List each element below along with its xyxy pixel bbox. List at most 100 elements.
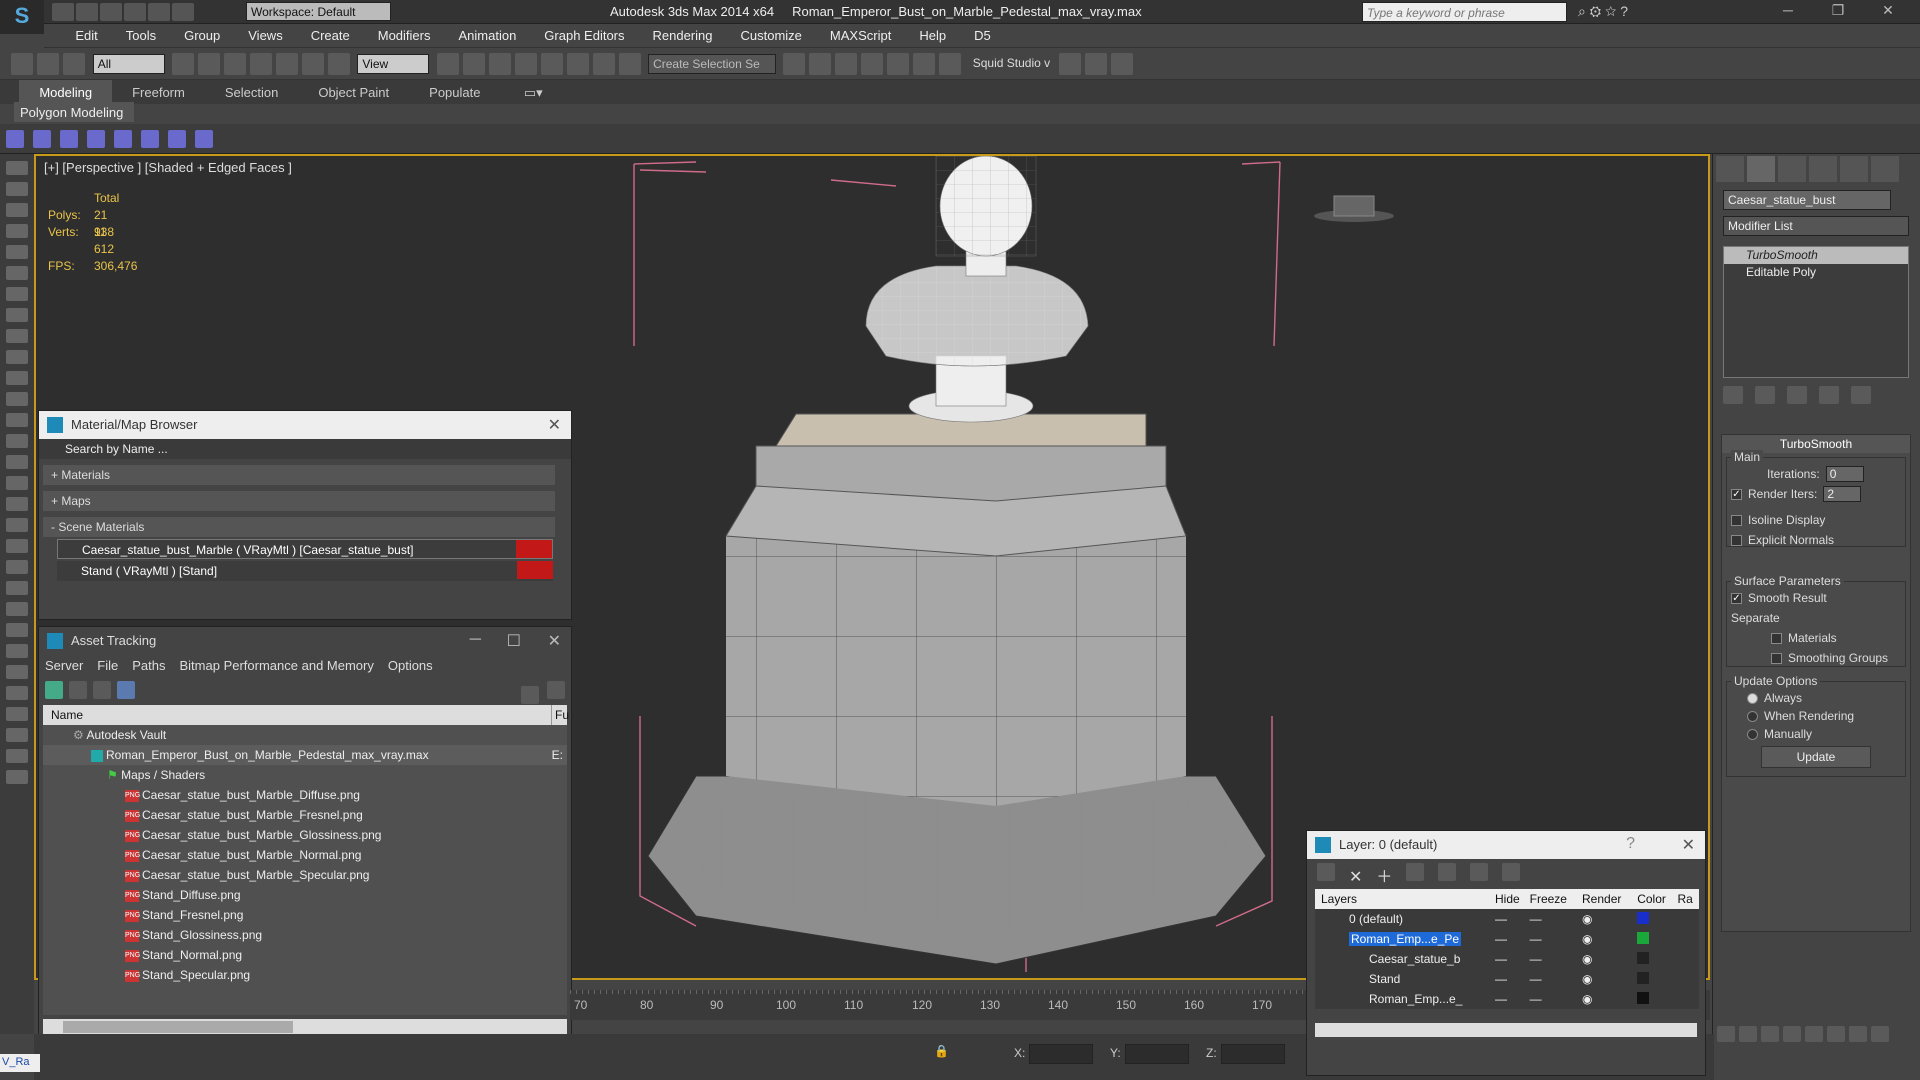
z-coordinate-field[interactable]	[1220, 1044, 1285, 1064]
tool-icon[interactable]	[6, 581, 28, 595]
menu-server[interactable]: Server	[45, 658, 83, 673]
maximize-icon[interactable]: ❐	[1818, 2, 1858, 22]
menu-create[interactable]: Create	[297, 24, 364, 43]
menu-animation[interactable]: Animation	[444, 24, 530, 43]
motion-tab-icon[interactable]	[1809, 156, 1837, 182]
refresh-icon[interactable]	[45, 681, 63, 699]
table-view-icon[interactable]	[93, 681, 111, 699]
tab-object-paint[interactable]: Object Paint	[298, 80, 409, 104]
color-column[interactable]: Color	[1637, 889, 1677, 909]
layer-color-swatch[interactable]	[1637, 951, 1650, 964]
tool-icon[interactable]	[6, 434, 28, 448]
tool-icon[interactable]	[6, 518, 28, 532]
go-end-icon[interactable]	[1805, 1026, 1823, 1042]
iterations-spinner[interactable]: 0	[1825, 466, 1864, 482]
hide-all-icon[interactable]	[1470, 863, 1489, 881]
object-name-field[interactable]: Caesar_statue_bust	[1723, 190, 1891, 210]
hierarchy-tab-icon[interactable]	[1778, 156, 1806, 182]
asset-file-row[interactable]: PNG Caesar_statue_bust_Marble_Glossiness.…	[43, 825, 567, 845]
edit-named-selection-icon[interactable]	[618, 53, 641, 75]
radiosity-column[interactable]: Ra	[1677, 889, 1699, 909]
x-coordinate-field[interactable]	[1029, 1044, 1094, 1064]
col-full-path[interactable]: Fu	[551, 705, 569, 725]
curve-editor-icon[interactable]	[887, 53, 910, 75]
tool-icon[interactable]	[6, 602, 28, 616]
settings-icon[interactable]	[521, 686, 539, 704]
layer-color-swatch[interactable]	[1637, 971, 1650, 984]
close-icon[interactable]: ✕	[1682, 835, 1695, 855]
tool-icon[interactable]	[6, 665, 28, 679]
help-icon[interactable]: ?	[1626, 835, 1635, 853]
menu-file[interactable]: File	[97, 658, 118, 673]
maps-section[interactable]: + Maps	[43, 491, 555, 511]
help-icon[interactable]	[547, 681, 565, 699]
stack-item-editable-poly[interactable]: Editable Poly	[1724, 264, 1908, 281]
tool-icon[interactable]	[6, 224, 28, 238]
add-to-layer-icon[interactable]: ＋	[1376, 869, 1392, 886]
tool-icon[interactable]	[6, 749, 28, 763]
maximize-icon[interactable]: ☐	[507, 631, 521, 651]
window-crossing-icon[interactable]	[250, 53, 273, 75]
render-teapot-icon[interactable]	[1111, 53, 1134, 75]
rect-selection-icon[interactable]	[224, 53, 247, 75]
rendered-frame-icon[interactable]	[1085, 53, 1108, 75]
layer-row[interactable]: Stand — — ◉	[1315, 969, 1699, 989]
tool-icon[interactable]	[6, 728, 28, 742]
menu-group[interactable]: Group	[170, 24, 234, 43]
update-manually-radio[interactable]	[1747, 729, 1758, 741]
tab-selection[interactable]: Selection	[205, 80, 298, 104]
tool-icon[interactable]	[6, 497, 28, 511]
freeze-column[interactable]: Freeze	[1530, 889, 1582, 909]
display-tab-icon[interactable]	[1840, 156, 1868, 182]
tool-icon[interactable]	[6, 350, 28, 364]
tool-icon[interactable]	[6, 770, 28, 784]
asset-file-row[interactable]: PNG Stand_Specular.png	[43, 965, 567, 985]
asset-file-row[interactable]: PNG Caesar_statue_bust_Marble_Specular.pn…	[43, 865, 567, 885]
layer-color-swatch[interactable]	[1637, 931, 1650, 944]
ribbon-tool-icon[interactable]	[168, 130, 186, 148]
app-logo-icon[interactable]: S	[0, 0, 44, 34]
pivot-center-icon[interactable]	[436, 53, 459, 75]
utilities-tab-icon[interactable]	[1871, 156, 1899, 182]
stack-item-turbosmooth[interactable]: TurboSmooth	[1724, 247, 1908, 264]
asset-file-row[interactable]: PNG Stand_Glossiness.png	[43, 925, 567, 945]
ribbon-tool-icon[interactable]	[87, 130, 105, 148]
prev-frame-icon[interactable]	[1739, 1026, 1757, 1042]
show-end-result-icon[interactable]	[1755, 386, 1775, 404]
material-browser-titlebar[interactable]: Material/Map Browser ✕	[39, 411, 571, 439]
render-iters-checkbox[interactable]: ✓	[1731, 489, 1742, 501]
tab-populate[interactable]: Populate	[409, 80, 500, 104]
explicit-normals-checkbox[interactable]	[1731, 535, 1742, 547]
minimize-icon[interactable]: ─	[1768, 2, 1808, 22]
menu-rendering[interactable]: Rendering	[639, 24, 727, 43]
reference-coordinate-dropdown[interactable]: View	[357, 54, 430, 74]
menu-edit[interactable]: Edit	[61, 24, 111, 43]
tool-icon[interactable]	[6, 308, 28, 322]
layer-row[interactable]: 0 (default) — — ◉	[1315, 909, 1699, 929]
tool-icon[interactable]	[6, 287, 28, 301]
y-coordinate-field[interactable]	[1124, 1044, 1189, 1064]
play-icon[interactable]	[1761, 1026, 1779, 1042]
select-manipulate-icon[interactable]	[462, 53, 485, 75]
separate-materials-checkbox[interactable]	[1771, 633, 1782, 645]
tool-icon[interactable]	[6, 686, 28, 700]
update-always-radio[interactable]	[1747, 693, 1758, 705]
configure-sets-icon[interactable]	[1851, 386, 1871, 404]
asset-file-row[interactable]: PNG Caesar_statue_bust_Marble_Diffuse.png	[43, 785, 567, 805]
menu-modifiers[interactable]: Modifiers	[364, 24, 445, 43]
menu-views[interactable]: Views	[234, 24, 296, 43]
select-object-icon[interactable]	[172, 53, 195, 75]
layer-row[interactable]: Caesar_statue_b — — ◉	[1315, 949, 1699, 969]
tool-icon[interactable]	[6, 182, 28, 196]
asset-tracking-titlebar[interactable]: Asset Tracking ─ ☐ ✕	[39, 627, 571, 655]
ribbon-tool-icon[interactable]	[114, 130, 132, 148]
tool-icon[interactable]	[6, 266, 28, 280]
next-frame-icon[interactable]	[1783, 1026, 1801, 1042]
pin-stack-icon[interactable]	[1723, 386, 1743, 404]
update-when-rendering-radio[interactable]	[1747, 711, 1758, 723]
open-file-icon[interactable]	[76, 3, 98, 21]
zoom-all-icon[interactable]	[1849, 1026, 1867, 1042]
redo-icon[interactable]	[148, 3, 170, 21]
menu-maxscript[interactable]: MAXScript	[816, 24, 905, 43]
render-column[interactable]: Render	[1582, 889, 1637, 909]
